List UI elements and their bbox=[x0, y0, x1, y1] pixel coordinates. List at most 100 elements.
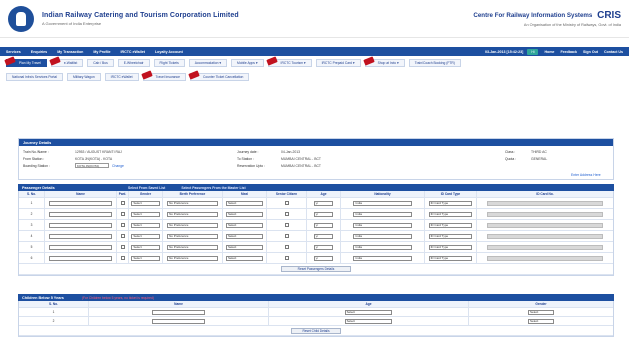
tab-irctc-prepaid-card[interactable]: IRCTC Prepaid Card ▾ bbox=[315, 59, 361, 67]
passenger-nationality-select[interactable]: India bbox=[353, 233, 412, 239]
passenger-nationality-select[interactable]: India bbox=[353, 244, 412, 250]
passenger-name-input[interactable] bbox=[48, 222, 113, 228]
boarding-station-select[interactable]: KOTA JN(KOTA) bbox=[75, 163, 109, 168]
passenger-idno-input[interactable] bbox=[486, 211, 604, 217]
tab-counter-ticket-cancellation[interactable]: Counter Ticket Cancellation bbox=[188, 70, 250, 81]
tab-irctc-ewallet[interactable]: IRCTC eWallet bbox=[104, 73, 139, 81]
passenger-senior-checkbox[interactable] bbox=[284, 245, 289, 249]
passenger-age-input[interactable]: yr bbox=[313, 233, 334, 239]
select-saved-list-link[interactable]: Select From Saved List bbox=[128, 186, 165, 190]
nav-sign-out[interactable]: Sign Out bbox=[583, 50, 598, 54]
passenger-name-input[interactable] bbox=[48, 255, 113, 261]
passenger-idno-input[interactable] bbox=[486, 222, 604, 228]
passenger-senior-checkbox[interactable] bbox=[284, 201, 289, 205]
passenger-berth-select[interactable]: No Preference bbox=[167, 255, 218, 261]
passenger-gender-select[interactable]: Select bbox=[131, 200, 160, 206]
passenger-idtype-select[interactable]: ID Card Type bbox=[428, 222, 473, 228]
nav-feedback[interactable]: Feedback bbox=[560, 50, 577, 54]
passenger-idtype-select[interactable]: ID Card Type bbox=[428, 255, 473, 261]
passenger-nationality-select[interactable]: India bbox=[353, 222, 412, 228]
passenger-idtype-select[interactable]: ID Card Type bbox=[428, 233, 473, 239]
passenger-berth-select[interactable]: No Preference bbox=[167, 222, 218, 228]
passenger-idtype-select[interactable]: ID Card Type bbox=[428, 211, 473, 217]
passenger-name-input[interactable] bbox=[48, 200, 113, 206]
reset-child-button[interactable]: Reset Child Details bbox=[291, 327, 341, 334]
nav-irctc-ewallet[interactable]: IRCTC eWallet bbox=[121, 50, 145, 54]
passenger-name-input[interactable] bbox=[48, 233, 113, 239]
child-gender-select[interactable]: Select bbox=[528, 318, 554, 324]
passenger-senior-checkbox[interactable] bbox=[284, 212, 289, 216]
passenger-nationality-select[interactable]: India bbox=[353, 200, 412, 206]
irctc-logo-icon[interactable] bbox=[8, 5, 34, 32]
passenger-meal-select[interactable]: Select bbox=[226, 255, 263, 261]
passenger-nationality-select[interactable]: India bbox=[353, 211, 412, 217]
nav-contact-us[interactable]: Contact Us bbox=[604, 50, 623, 54]
passenger-age-input[interactable]: yr bbox=[313, 211, 334, 217]
passenger-idno-input[interactable] bbox=[486, 255, 604, 261]
child-gender-select[interactable]: Select bbox=[528, 309, 554, 315]
nav-services[interactable]: Services bbox=[6, 50, 21, 54]
passenger-pwd-checkbox[interactable] bbox=[120, 256, 125, 260]
child-age-select[interactable]: Select bbox=[344, 309, 393, 315]
tab-train-coach-booking[interactable]: Train/Coach Booking (FTR) bbox=[408, 59, 461, 67]
child-name-input[interactable] bbox=[151, 318, 206, 324]
tab-flight-tickets[interactable]: Flight Tickets bbox=[153, 59, 185, 67]
passenger-pwd-checkbox[interactable] bbox=[120, 223, 125, 227]
passenger-age-input[interactable]: yr bbox=[313, 222, 334, 228]
passenger-gender-select[interactable]: Select bbox=[131, 222, 160, 228]
tab-mobile-apps[interactable]: Mobile Apps ▾ bbox=[231, 59, 264, 67]
passenger-pwd-checkbox[interactable] bbox=[120, 201, 125, 205]
passenger-age-input[interactable]: yr bbox=[313, 244, 334, 250]
tab-accommodation[interactable]: Accommodation ▾ bbox=[188, 59, 227, 67]
passenger-meal-select[interactable]: Select bbox=[226, 222, 263, 228]
tab-irctc-tourism[interactable]: IRCTC Tourism ▾ bbox=[265, 56, 312, 67]
passenger-gender-select[interactable]: Select bbox=[131, 255, 160, 261]
passenger-age-input[interactable]: yr bbox=[313, 255, 334, 261]
passenger-nationality-select[interactable]: India bbox=[353, 255, 412, 261]
boarding-change-link[interactable]: Change bbox=[112, 164, 124, 168]
passenger-age-input[interactable]: yr bbox=[313, 200, 334, 206]
tab-e-waitlist[interactable]: e-Waitlist bbox=[49, 56, 84, 67]
passenger-gender-select[interactable]: Select bbox=[131, 244, 160, 250]
passenger-idno-input[interactable] bbox=[486, 233, 604, 239]
passenger-idtype-select[interactable]: ID Card Type bbox=[428, 200, 473, 206]
passenger-senior-checkbox[interactable] bbox=[284, 234, 289, 238]
tab-plan-my-travel[interactable]: Plan My Travel bbox=[4, 56, 47, 67]
reset-passengers-button[interactable]: Reset Passengers Details bbox=[281, 266, 351, 272]
passenger-meal-select[interactable]: Select bbox=[226, 233, 263, 239]
tab-cab-bus[interactable]: Cab / Bus bbox=[87, 59, 114, 67]
child-age-select[interactable]: Select bbox=[344, 318, 393, 324]
passenger-idno-input[interactable] bbox=[486, 200, 604, 206]
passenger-berth-select[interactable]: No Preference bbox=[167, 211, 218, 217]
passenger-pwd-checkbox[interactable] bbox=[120, 212, 125, 216]
nav-enquiries[interactable]: Enquiries bbox=[31, 50, 47, 54]
passenger-meal-select[interactable]: Select bbox=[226, 211, 263, 217]
passenger-idtype-select[interactable]: ID Card Type bbox=[428, 244, 473, 250]
tab-travel-insurance[interactable]: Travel Insurance bbox=[140, 70, 186, 81]
passenger-pwd-checkbox[interactable] bbox=[120, 245, 125, 249]
nav-my-transaction[interactable]: My Transaction bbox=[57, 50, 83, 54]
passenger-meal-select[interactable]: Select bbox=[226, 200, 263, 206]
child-name-input[interactable] bbox=[151, 309, 206, 315]
tab-national-infra-portal[interactable]: National Infra's Services Portal bbox=[6, 73, 63, 81]
nav-home[interactable]: Home bbox=[544, 50, 554, 54]
passenger-berth-select[interactable]: No Preference bbox=[167, 244, 218, 250]
nav-loyalty-account[interactable]: Loyalty Account bbox=[155, 50, 183, 54]
passenger-name-input[interactable] bbox=[48, 211, 113, 217]
passenger-gender-select[interactable]: Select bbox=[131, 211, 160, 217]
passenger-senior-checkbox[interactable] bbox=[284, 256, 289, 260]
passenger-meal-select[interactable]: Select bbox=[226, 244, 263, 250]
passenger-berth-select[interactable]: No Preference bbox=[167, 233, 218, 239]
passenger-senior-checkbox[interactable] bbox=[284, 223, 289, 227]
tab-shop-at-irctc[interactable]: Shop at Irctc ▾ bbox=[362, 56, 405, 67]
passenger-idno-input[interactable] bbox=[486, 244, 604, 250]
enter-address-link[interactable]: Enter Address Here bbox=[571, 173, 601, 177]
passenger-berth-select[interactable]: No Preference bbox=[167, 200, 218, 206]
select-master-list-link[interactable]: Select Passengers From the Master List bbox=[181, 186, 245, 190]
passenger-gender-select[interactable]: Select bbox=[131, 233, 160, 239]
passenger-pwd-checkbox[interactable] bbox=[120, 234, 125, 238]
tab-e-wheelchair[interactable]: E-Wheelchair bbox=[117, 59, 150, 67]
tab-military-wagon[interactable]: Military Wagon bbox=[66, 73, 101, 81]
nav-my-profile[interactable]: My Profile bbox=[93, 50, 110, 54]
passenger-name-input[interactable] bbox=[48, 244, 113, 250]
